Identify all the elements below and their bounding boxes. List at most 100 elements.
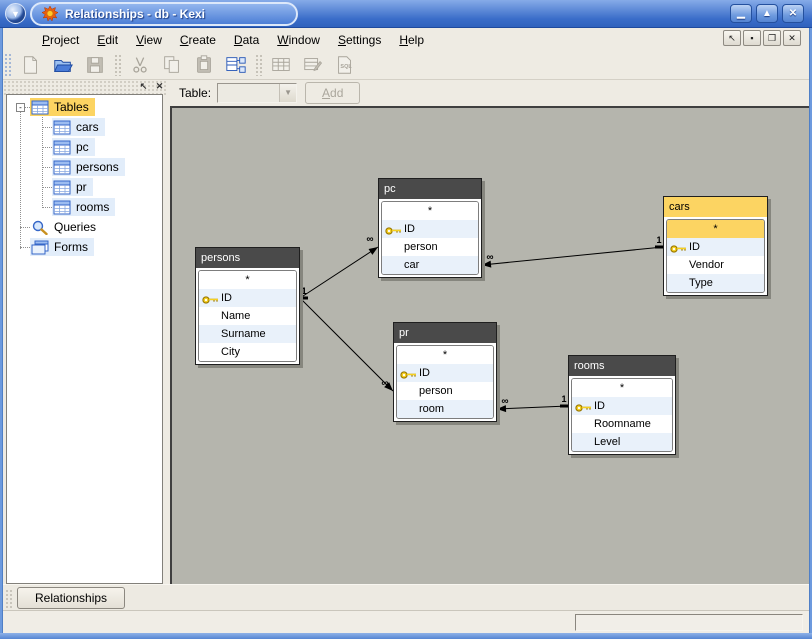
panel-close-icon[interactable]: ✕: [153, 80, 166, 93]
field-row-city[interactable]: City: [199, 343, 296, 361]
table-icon: [31, 100, 49, 115]
relation-table-fields: *IDRoomnameLevel: [571, 378, 673, 452]
paste-button[interactable]: [190, 52, 218, 78]
minimize-child-button[interactable]: ▪: [743, 30, 761, 46]
field-row-star[interactable]: *: [199, 271, 296, 289]
relationship-persons-pc[interactable]: 1∞: [300, 234, 380, 300]
design-view-icon: [302, 54, 324, 76]
close-child-button[interactable]: ✕: [783, 30, 801, 46]
menu-view[interactable]: View: [127, 31, 171, 49]
sidebar-item-cars[interactable]: cars: [7, 117, 162, 137]
panel-float-icon[interactable]: ↖: [137, 80, 150, 93]
field-row-star[interactable]: *: [572, 379, 672, 397]
field-row-type[interactable]: Type: [667, 274, 764, 292]
tree-expander-minus-icon[interactable]: -: [16, 103, 25, 112]
field-row-star[interactable]: *: [667, 220, 764, 238]
field-row-level[interactable]: Level: [572, 433, 672, 451]
field-row-id[interactable]: ID: [667, 238, 764, 256]
sql-view-button[interactable]: SQL: [331, 52, 359, 78]
tree-item-highlight: pr: [52, 178, 93, 196]
relation-table-title: pc: [379, 179, 481, 199]
relationship-cars-pc[interactable]: 1∞: [482, 235, 663, 268]
sidebar-item-forms[interactable]: Forms: [7, 237, 162, 257]
field-row-vendor[interactable]: Vendor: [667, 256, 764, 274]
navigator-tree: -Tablescars pc personsprroomsQueriesForms: [7, 95, 162, 583]
add-table-button[interactable]: Add: [305, 82, 360, 104]
tree-connector: [20, 247, 30, 248]
relation-table-cars[interactable]: cars*IDVendorType: [663, 196, 768, 296]
menu-data[interactable]: Data: [225, 31, 268, 49]
cut-button[interactable]: [126, 52, 154, 78]
field-row-id[interactable]: ID: [397, 364, 493, 382]
table-view-icon: [270, 54, 292, 76]
save-button[interactable]: [81, 52, 109, 78]
field-row-star[interactable]: *: [382, 202, 478, 220]
svg-text:∞: ∞: [486, 252, 493, 263]
relationships-canvas[interactable]: 1∞1∞1∞1∞ persons*IDNameSurnameCitypc*IDp…: [170, 106, 809, 584]
tab-relationships[interactable]: Relationships: [17, 587, 125, 609]
minimize-button[interactable]: ▁: [730, 4, 752, 23]
kexi-window: ▼ Relationships - db - Kexi ▁▲✕ ProjectE…: [0, 0, 812, 639]
sidebar-item-rooms[interactable]: rooms: [7, 197, 162, 217]
toolbar-grip[interactable]: [4, 53, 11, 77]
window-frame-bottom: [0, 633, 812, 639]
field-row-person[interactable]: person: [382, 238, 478, 256]
field-row-surname[interactable]: Surname: [199, 325, 296, 343]
sidebar-item-pc[interactable]: pc: [7, 137, 162, 157]
table-combobox[interactable]: ▼: [217, 83, 297, 103]
relationship-rooms-pr[interactable]: 1∞: [497, 394, 568, 412]
chevron-down-icon[interactable]: ▼: [279, 84, 296, 102]
tree-item-highlight: Queries: [30, 218, 102, 236]
restore-child-button[interactable]: ❐: [763, 30, 781, 46]
field-row-room[interactable]: room: [397, 400, 493, 418]
sidebar-item-persons[interactable]: persons: [7, 157, 162, 177]
menu-edit[interactable]: Edit: [88, 31, 127, 49]
sidebar-item-tables[interactable]: -Tables: [7, 97, 162, 117]
undock-button[interactable]: ↖: [723, 30, 741, 46]
menu-help[interactable]: Help: [390, 31, 433, 49]
menu-create[interactable]: Create: [171, 31, 225, 49]
svg-text:∞: ∞: [501, 396, 508, 407]
relationships-button[interactable]: [222, 52, 250, 78]
design-view-button[interactable]: [299, 52, 327, 78]
copy-button[interactable]: [158, 52, 186, 78]
field-row-name[interactable]: Name: [199, 307, 296, 325]
menu-project[interactable]: Project: [33, 31, 88, 49]
relation-table-persons[interactable]: persons*IDNameSurnameCity: [195, 247, 300, 365]
view-tab-bar: Relationships: [3, 584, 809, 610]
search-icon: [31, 220, 49, 235]
field-row-id[interactable]: ID: [199, 289, 296, 307]
new-file-button[interactable]: [17, 52, 45, 78]
paste-icon: [193, 54, 215, 76]
maximize-button[interactable]: ▲: [756, 4, 778, 23]
field-row-roomname[interactable]: Roomname: [572, 415, 672, 433]
primary-key-icon: [670, 242, 687, 252]
field-row-star[interactable]: *: [397, 346, 493, 364]
close-button[interactable]: ✕: [782, 4, 804, 23]
relationship-persons-pr[interactable]: 1∞: [300, 286, 395, 393]
relation-table-fields: *IDNameSurnameCity: [198, 270, 297, 362]
field-row-id[interactable]: ID: [382, 220, 478, 238]
title-bar[interactable]: ▼ Relationships - db - Kexi ▁▲✕: [0, 0, 812, 28]
tree-connector: [42, 147, 52, 148]
system-menu-button[interactable]: ▼: [5, 3, 26, 24]
tree-connector: [20, 227, 30, 228]
table-icon: [53, 120, 71, 135]
svg-text:1: 1: [561, 394, 566, 404]
table-view-button[interactable]: [267, 52, 295, 78]
menu-window[interactable]: Window: [268, 31, 329, 49]
field-row-id[interactable]: ID: [572, 397, 672, 415]
window-title: Relationships - db - Kexi: [65, 7, 205, 21]
relation-table-rooms[interactable]: rooms*IDRoomnameLevel: [568, 355, 676, 455]
tree-item-label: pc: [76, 140, 89, 154]
menu-settings[interactable]: Settings: [329, 31, 390, 49]
relation-table-pc[interactable]: pc *IDpersoncar: [378, 178, 482, 278]
sidebar-item-queries[interactable]: Queries: [7, 217, 162, 237]
tabbar-grip[interactable]: [5, 589, 12, 608]
copy-icon: [161, 54, 183, 76]
field-row-person[interactable]: person: [397, 382, 493, 400]
open-file-button[interactable]: [49, 52, 77, 78]
sidebar-item-pr[interactable]: pr: [7, 177, 162, 197]
field-row-car[interactable]: car: [382, 256, 478, 274]
relation-table-pr[interactable]: pr*IDpersonroom: [393, 322, 497, 422]
